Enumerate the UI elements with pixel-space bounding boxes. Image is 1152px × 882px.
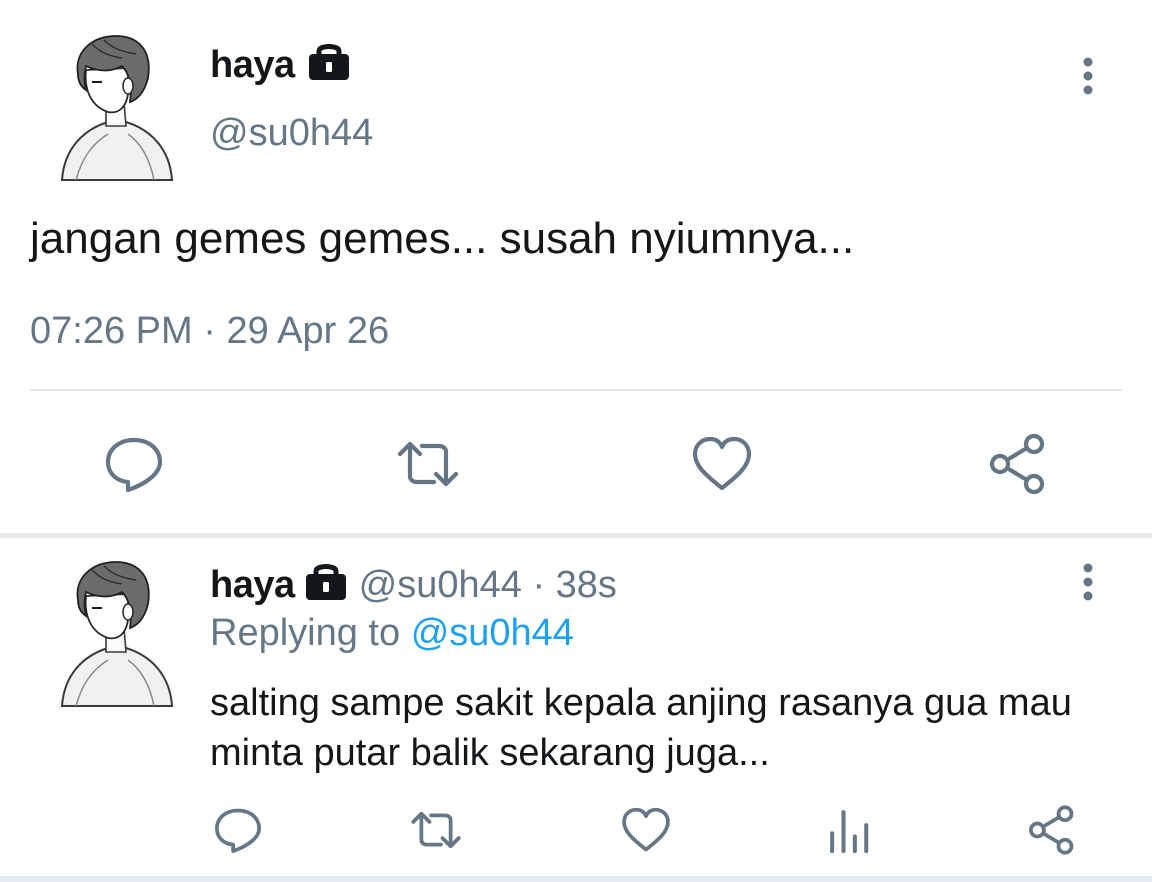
reply-icon — [215, 808, 261, 853]
tweet-date: 29 Apr 26 — [226, 310, 390, 352]
replying-to: Replying to @su0h44 — [210, 612, 574, 655]
tweet-time: 07:26 PM — [30, 310, 193, 352]
reply-header: haya @su0h44 · 38s — [210, 562, 617, 607]
share-icon — [1029, 805, 1074, 855]
author-name[interactable]: haya — [210, 44, 295, 87]
section-divider — [0, 876, 1152, 882]
divider — [30, 389, 1122, 391]
replying-to-link[interactable]: @su0h44 — [411, 612, 574, 654]
retweet-icon — [397, 441, 459, 487]
like-button[interactable] — [690, 432, 754, 496]
retweet-button[interactable] — [396, 432, 460, 496]
analytics-icon — [830, 810, 869, 854]
lock-icon — [303, 562, 349, 602]
more-vertical-icon[interactable] — [1072, 56, 1104, 96]
reply-author-handle[interactable]: @su0h44 — [359, 564, 522, 606]
tweet-timestamp: 07:26 PM · 29 Apr 26 — [30, 310, 389, 353]
more-vertical-icon[interactable] — [1072, 562, 1104, 602]
author-handle[interactable]: @su0h44 — [210, 112, 373, 155]
retweet-icon — [411, 811, 461, 849]
share-icon — [989, 433, 1045, 495]
share-button[interactable] — [986, 432, 1050, 496]
avatar[interactable] — [56, 30, 174, 182]
share-button[interactable] — [1026, 804, 1078, 856]
like-button[interactable] — [620, 804, 672, 856]
reply-text: salting sampe sakit kepala anjing rasany… — [210, 682, 1072, 774]
meta-separator: · — [532, 564, 546, 606]
replying-prefix: Replying to — [210, 612, 401, 654]
reply-button[interactable] — [102, 432, 166, 496]
reply-icon — [105, 437, 163, 493]
tweet-text: jangan gemes gemes... susah nyiumnya... — [30, 214, 855, 263]
reply-author-name[interactable]: haya — [210, 564, 295, 606]
retweet-button[interactable] — [410, 804, 462, 856]
meta-separator: · — [203, 310, 216, 352]
analytics-button[interactable] — [824, 804, 876, 856]
section-divider — [0, 533, 1152, 538]
heart-icon — [692, 436, 752, 491]
reply-avatar[interactable] — [56, 556, 174, 708]
heart-icon — [622, 807, 670, 852]
lock-icon — [306, 42, 352, 82]
reply-button[interactable] — [212, 804, 264, 856]
reply-time-ago: 38s — [555, 564, 617, 606]
